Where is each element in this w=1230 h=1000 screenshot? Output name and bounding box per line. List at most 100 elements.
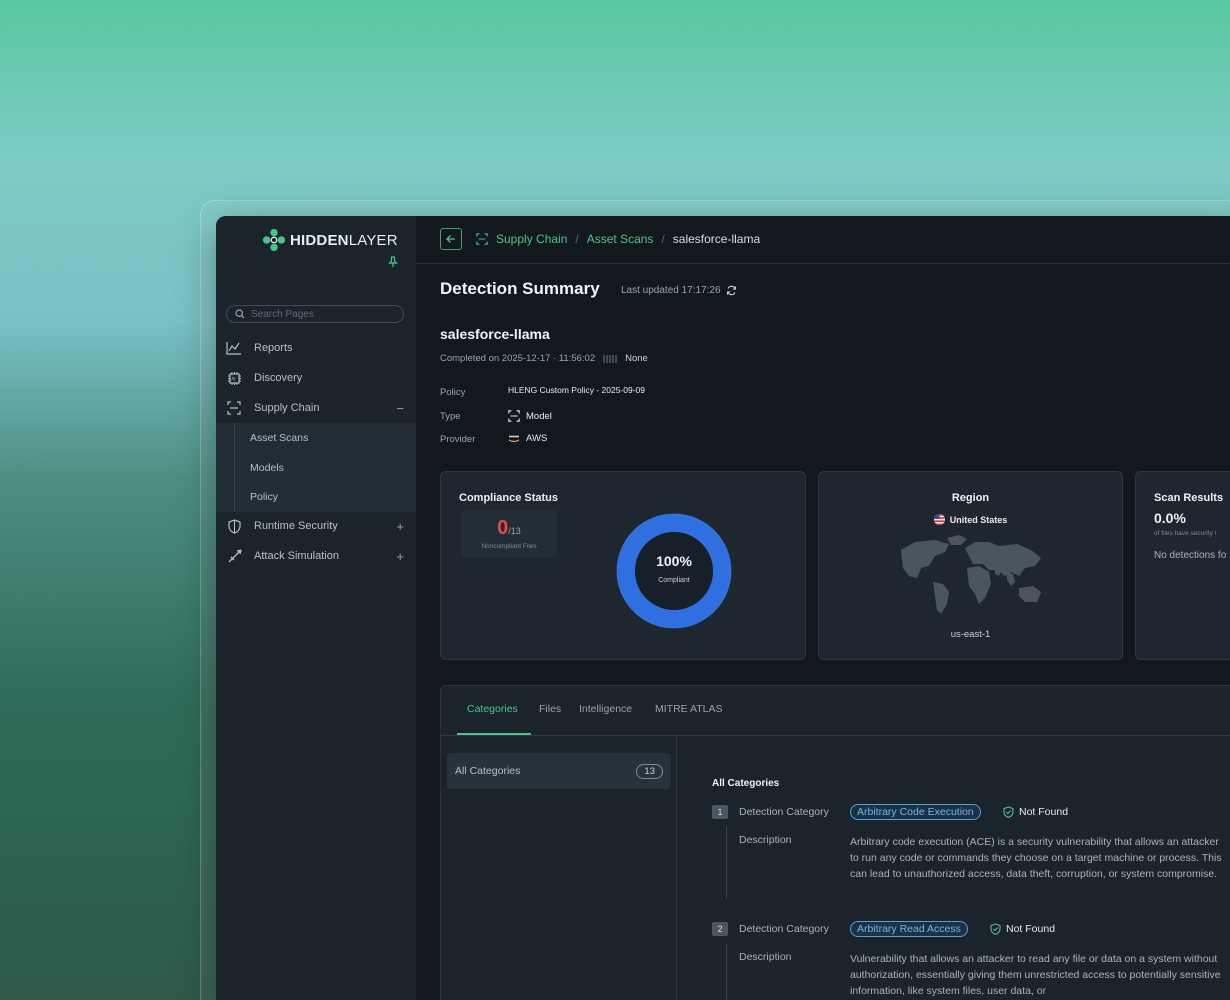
region-card: Region United States us-east-1 (818, 471, 1123, 660)
last-updated: Last updated 17:17:26 (621, 285, 737, 296)
detection-category-label: Detection Category (739, 923, 829, 935)
sidebar-item-label: Reports (254, 342, 293, 354)
sidebar-subitem-models[interactable]: Models (250, 462, 284, 474)
last-updated-text: Last updated 17:17:26 (621, 285, 721, 296)
pin-icon[interactable] (388, 256, 398, 271)
sidebar-item-discovery[interactable]: AI Discovery (216, 364, 416, 392)
scan-frame-icon (226, 400, 242, 416)
detection-status: Not Found (990, 923, 1055, 935)
description-label: Description (739, 951, 792, 963)
logo-icon (262, 228, 286, 252)
svg-text:AI: AI (231, 376, 235, 382)
policy-label: Policy (440, 387, 466, 398)
asset-name: salesforce-llama (440, 326, 550, 342)
region-country-text: United States (949, 514, 1008, 525)
tab-intelligence[interactable]: Intelligence (579, 703, 632, 715)
breadcrumb-supply-chain[interactable]: Supply Chain (496, 232, 567, 246)
tab-mitre-atlas[interactable]: MITRE ATLAS (655, 703, 723, 715)
breadcrumb: Supply Chain / Asset Scans / salesforce-… (476, 232, 760, 246)
sidebar-item-label: Attack Simulation (254, 550, 339, 562)
collapse-icon[interactable]: − (396, 401, 404, 416)
detection-status-text: Not Found (1006, 923, 1056, 935)
category-item-all[interactable]: All Categories 13 (447, 753, 671, 789)
shield-check-icon (1003, 806, 1014, 818)
search-icon (235, 309, 245, 319)
search-bar[interactable] (226, 305, 404, 323)
detection-status-text: Not Found (1019, 806, 1069, 818)
compliance-donut (616, 513, 732, 629)
us-flag-icon (933, 514, 945, 525)
detection-number: 1 (712, 805, 728, 819)
main-content: Supply Chain / Asset Scans / salesforce-… (416, 216, 1230, 1000)
breadcrumb-current: salesforce-llama (672, 232, 761, 246)
tab-categories[interactable]: Categories (467, 703, 518, 715)
submenu-divider (234, 423, 235, 512)
logo-text: HIDDENLAYER (290, 231, 398, 249)
detection-number: 2 (712, 922, 728, 936)
model-icon (508, 410, 520, 422)
description-label: Description (739, 834, 792, 846)
severity-value: None (625, 353, 648, 364)
provider-label: Provider (440, 434, 476, 445)
detection-category-label: Detection Category (739, 806, 829, 818)
back-button[interactable] (440, 228, 462, 250)
noncompliant-label: Noncompliant Files (481, 543, 537, 550)
detection-connector (726, 827, 727, 899)
sidebar-item-label: Discovery (254, 372, 303, 384)
chart-line-icon (226, 340, 242, 356)
scan-frame-icon (476, 233, 488, 245)
noncompliant-total: /13 (508, 526, 521, 536)
shield-icon (226, 518, 242, 534)
detection-category-chip[interactable]: Arbitrary Code Execution (850, 804, 981, 820)
sidebar-subitem-asset-scans[interactable]: Asset Scans (250, 432, 308, 444)
sidebar: HIDDENLAYER Reports AI Discovery Supply … (216, 216, 416, 1000)
breadcrumb-separator: / (575, 232, 579, 246)
region-country: United States (819, 514, 1122, 525)
sidebar-subitem-policy[interactable]: Policy (250, 491, 278, 503)
category-heading: All Categories (712, 778, 780, 789)
category-label: All Categories (455, 765, 521, 777)
page-title: Detection Summary (440, 279, 600, 298)
sword-icon (226, 548, 242, 564)
expand-icon[interactable]: + (396, 549, 404, 564)
provider-text: AWS (526, 433, 548, 444)
detection-connector (726, 944, 727, 1000)
sidebar-item-attack-simulation[interactable]: Attack Simulation + (216, 542, 416, 570)
sidebar-item-supply-chain[interactable]: Supply Chain − (216, 394, 416, 422)
compliance-title: Compliance Status (459, 492, 559, 504)
scan-results-value: 0.0% (1154, 510, 1186, 526)
app-window: HIDDENLAYER Reports AI Discovery Supply … (216, 216, 1230, 1000)
scan-results-card: Scan Results 0.0% of files have security… (1135, 471, 1230, 660)
scan-results-title: Scan Results (1154, 492, 1224, 504)
chip-icon: AI (226, 370, 242, 386)
refresh-icon[interactable] (726, 285, 737, 296)
completed-text: Completed on 2025-12-17 · 11:56:02 (440, 353, 596, 364)
scan-results-subtitle: of files have security i (1154, 530, 1217, 537)
breadcrumb-separator: / (661, 232, 665, 246)
aws-logo-icon (508, 435, 520, 442)
category-count-badge: 13 (636, 763, 663, 779)
sidebar-item-runtime-security[interactable]: Runtime Security + (216, 512, 416, 540)
detection-description: Arbitrary code execution (ACE) is a secu… (850, 836, 1222, 880)
expand-icon[interactable]: + (396, 519, 404, 534)
search-input[interactable] (251, 308, 391, 320)
sidebar-item-reports[interactable]: Reports (216, 334, 416, 362)
compliance-percent: 100% (656, 553, 692, 569)
type-value: Model (508, 410, 552, 422)
breadcrumb-asset-scans[interactable]: Asset Scans (587, 232, 654, 246)
tab-files[interactable]: Files (539, 703, 561, 715)
type-label: Type (440, 411, 461, 422)
region-title: Region (951, 492, 990, 504)
shield-check-icon (990, 923, 1001, 935)
detection-category-chip[interactable]: Arbitrary Read Access (850, 921, 968, 937)
noncompliant-box: 0/13 Noncompliant Files (461, 510, 557, 558)
provider-value: AWS (508, 433, 547, 444)
category-list: All Categories 13 (441, 736, 677, 1000)
top-bar: Supply Chain / Asset Scans / salesforce-… (416, 216, 1230, 264)
logo[interactable]: HIDDENLAYER (262, 228, 398, 252)
policy-value[interactable]: HLENG Custom Policy - 2025-09-09 (508, 385, 645, 395)
sidebar-item-label: Runtime Security (254, 520, 338, 532)
noncompliant-number: 0 (497, 517, 509, 539)
detection-status: Not Found (1003, 806, 1068, 818)
detection-description: Vulnerability that allows an attacker to… (850, 953, 1221, 997)
